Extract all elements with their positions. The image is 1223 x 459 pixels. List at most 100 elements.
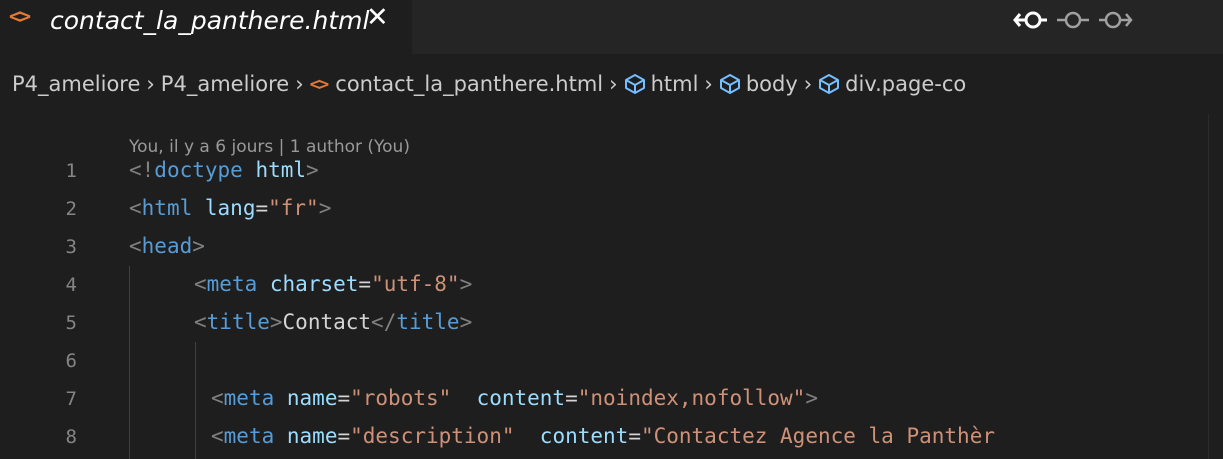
code-token: > — [459, 272, 473, 296]
code-text: <!doctype html> — [129, 158, 319, 182]
indent-guide — [129, 266, 130, 459]
code-token: html — [141, 196, 193, 220]
code-token: < — [129, 196, 142, 220]
code-token: "Contactez Agence la Panthèr — [640, 424, 995, 448]
git-compare-next-icon[interactable] — [1097, 2, 1133, 38]
code-token: meta — [223, 424, 275, 448]
line-number: 3 — [65, 236, 77, 258]
code-token: > — [459, 310, 473, 334]
code-token: < — [211, 386, 224, 410]
code-line[interactable]: 8 <meta name="description" content="Conta… — [0, 418, 1223, 456]
code-token: < — [211, 424, 224, 448]
code-line[interactable]: 6 — [0, 342, 1223, 380]
code-line[interactable]: 5 <title>Contact</title> — [0, 304, 1223, 342]
code-token: "description" — [350, 424, 515, 448]
breadcrumb-label: html — [650, 72, 699, 96]
line-number: 5 — [65, 312, 77, 334]
code-token: "robots" — [350, 386, 452, 410]
code-token: = — [337, 386, 351, 410]
code-token: > — [318, 196, 332, 220]
breadcrumb-label: div.page-co — [845, 72, 967, 96]
code-token: title — [396, 310, 460, 334]
html-file-icon: <> — [9, 4, 31, 28]
code-token: </ — [371, 310, 397, 334]
code-token: name — [286, 386, 338, 410]
code-token: "fr" — [268, 196, 319, 220]
code-token: meta — [206, 272, 258, 296]
breadcrumb-item-symbol[interactable]: html — [624, 72, 699, 96]
code-token: < — [129, 234, 142, 258]
code-token: meta — [223, 386, 275, 410]
vertical-scrollbar[interactable] — [1208, 114, 1223, 459]
close-icon[interactable]: ✕ — [366, 2, 389, 33]
indent-guide — [195, 342, 196, 459]
code-token: > — [306, 158, 319, 182]
breadcrumb-label: P4_ameliore — [12, 72, 141, 96]
editor-tab-bar: <> contact_la_panthere.html ✕ — [0, 0, 1223, 54]
git-commit-icon[interactable] — [1055, 2, 1091, 38]
code-token: content — [476, 386, 566, 410]
line-number: 8 — [65, 426, 77, 448]
line-number: 6 — [65, 350, 77, 372]
code-token: title — [206, 310, 270, 334]
code-token: = — [337, 424, 351, 448]
code-line[interactable]: 2 <html lang="fr"> — [0, 190, 1223, 228]
code-line[interactable]: 4 <meta charset="utf-8"> — [0, 266, 1223, 304]
code-text: <meta name="robots" content="noindex,nof… — [211, 386, 818, 410]
code-token: Contact — [282, 310, 372, 334]
chevron-right-icon: › — [609, 72, 618, 96]
code-token: < — [194, 310, 207, 334]
code-token: content — [539, 424, 629, 448]
line-number: 2 — [65, 198, 77, 220]
code-line[interactable]: 7 <meta name="robots" content="noindex,no… — [0, 380, 1223, 418]
breadcrumb-item-folder[interactable]: P4_ameliore — [161, 72, 289, 96]
breadcrumb-label: body — [745, 72, 798, 96]
code-token: html — [255, 158, 307, 182]
chevron-right-icon: › — [803, 72, 813, 96]
code-line[interactable]: 1 <!doctype html> — [0, 152, 1223, 190]
symbol-element-icon — [818, 73, 840, 95]
code-token: > — [192, 234, 205, 258]
code-token: "noindex,nofollow" — [577, 386, 806, 410]
code-line[interactable]: 3 <head> — [0, 228, 1223, 266]
breadcrumb-item-folder[interactable]: P4_ameliore — [12, 72, 140, 96]
line-number: 7 — [65, 388, 77, 410]
html-file-icon: <> — [309, 73, 330, 95]
code-token: = — [255, 196, 269, 220]
code-token: > — [269, 310, 283, 334]
chevron-right-icon: › — [146, 72, 155, 96]
breadcrumb-item-symbol[interactable]: body — [719, 72, 798, 96]
breadcrumb-item-symbol[interactable]: div.page-co — [818, 72, 966, 96]
editor-actions — [1013, 2, 1133, 42]
code-token: doctype — [154, 158, 243, 182]
tab-title: contact_la_panthere.html — [50, 6, 370, 35]
line-number: 4 — [65, 274, 77, 296]
code-token: head — [141, 234, 193, 258]
code-text: <head> — [129, 234, 205, 258]
code-token: charset — [269, 272, 359, 296]
breadcrumb-label: P4_ameliore — [160, 72, 290, 96]
breadcrumb: P4_ameliore › P4_ameliore › <> contact_l… — [0, 54, 1223, 114]
code-text: <html lang="fr"> — [129, 196, 331, 220]
code-text: <meta charset="utf-8"> — [194, 272, 472, 296]
git-compare-previous-icon[interactable] — [1013, 2, 1049, 38]
code-token: = — [628, 424, 641, 448]
code-token: = — [358, 272, 372, 296]
code-token: = — [565, 386, 578, 410]
chevron-right-icon: › — [295, 72, 304, 96]
breadcrumb-item-file[interactable]: <> contact_la_panthere.html — [310, 72, 604, 96]
code-token: lang — [204, 196, 256, 220]
code-text: <meta name="description" content="Contac… — [211, 424, 995, 448]
symbol-element-icon — [719, 73, 741, 95]
editor-tab-active[interactable]: <> contact_la_panthere.html ✕ — [0, 0, 412, 54]
code-token: name — [286, 424, 338, 448]
code-text: <title>Contact</title> — [194, 310, 472, 334]
breadcrumb-label: contact_la_panthere.html — [335, 72, 604, 96]
symbol-element-icon — [624, 73, 646, 95]
